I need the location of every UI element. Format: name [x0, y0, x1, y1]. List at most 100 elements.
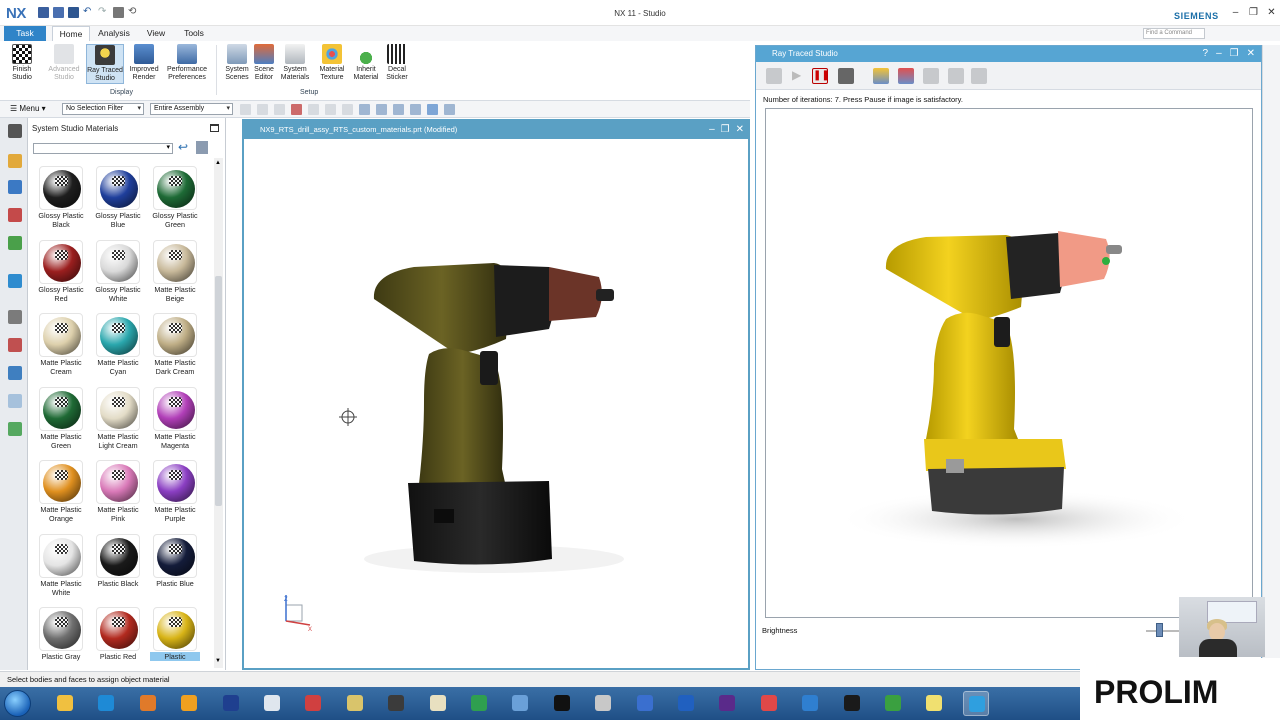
material-swatch[interactable]: Glossy Plastic Blue [93, 164, 143, 234]
decal-sticker-button[interactable]: Decal Sticker [378, 44, 416, 82]
teamcenter-icon[interactable] [507, 691, 533, 716]
render-style-icon[interactable] [427, 104, 438, 115]
material-swatch[interactable]: Matte Plastic Green [36, 385, 86, 455]
play-icon[interactable]: ▶ [792, 68, 808, 84]
history-icon[interactable] [8, 310, 22, 324]
truck-icon[interactable] [300, 691, 326, 716]
internet-explorer-icon[interactable] [93, 691, 119, 716]
material-swatch[interactable]: Glossy Plastic Red [36, 238, 86, 308]
system-materials-nav-icon[interactable] [8, 338, 22, 352]
material-swatch[interactable]: Matte Plastic Dark Cream [150, 311, 200, 381]
tab-task[interactable]: Task [4, 26, 46, 41]
material-swatch[interactable]: Plastic Black [93, 532, 143, 602]
zoom-icon[interactable] [376, 104, 387, 115]
selection-filter-dropdown[interactable]: No Selection Filter [62, 103, 144, 115]
client-icon[interactable] [756, 691, 782, 716]
material-swatch[interactable]: Glossy Plastic White [93, 238, 143, 308]
nx-active-icon[interactable] [962, 691, 989, 716]
rts-minimize-button[interactable]: – [1216, 46, 1222, 62]
view-orient-icon[interactable] [444, 104, 455, 115]
folder-icon[interactable] [921, 691, 947, 716]
roles-icon[interactable] [8, 394, 22, 408]
tab-home[interactable]: Home [52, 26, 90, 41]
constraint-navigator-icon[interactable] [8, 180, 22, 194]
material-swatch[interactable]: Plastic [150, 605, 200, 664]
clear-icon[interactable] [923, 68, 939, 84]
material-swatch[interactable]: Matte Plastic Purple [150, 458, 200, 528]
pan-icon[interactable] [393, 104, 404, 115]
arrow-icon[interactable] [308, 104, 319, 115]
scroll-up-icon[interactable]: ▲ [215, 160, 221, 166]
material-swatch[interactable]: Matte Plastic Cream [36, 311, 86, 381]
save-image-icon[interactable] [873, 68, 889, 84]
view-icon[interactable] [342, 104, 353, 115]
apply-icon[interactable]: ↩ [178, 141, 190, 154]
sheets-icon[interactable] [714, 691, 740, 716]
pause-icon[interactable]: ❚❚ [812, 68, 830, 84]
material-texture-button[interactable]: Material Texture [313, 44, 351, 82]
process-studio-icon[interactable] [8, 422, 22, 436]
material-swatch[interactable]: Glossy Plastic Green [150, 164, 200, 234]
nx-drill-icon-2[interactable] [797, 691, 823, 716]
material-swatch[interactable]: Matte Plastic Cyan [93, 311, 143, 381]
performance-preferences-button[interactable]: Performance Preferences [164, 44, 210, 82]
graphics-window[interactable]: NX9_RTS_drill_assy_RTS_custom_materials.… [242, 119, 750, 670]
start-icon[interactable] [766, 68, 782, 84]
system-materials-button[interactable]: System Materials [276, 44, 314, 82]
view-mode-icon[interactable] [196, 141, 208, 154]
system-scenes-nav-icon[interactable] [8, 366, 22, 380]
rts-maximize-button[interactable]: ❐ [1230, 46, 1239, 62]
graphics-close-button[interactable]: ✕ [736, 121, 744, 139]
iq-icon[interactable] [549, 691, 575, 716]
point-icon[interactable] [274, 104, 285, 115]
snap-icon[interactable] [240, 104, 251, 115]
improved-render-button[interactable]: Improved Render [125, 44, 163, 82]
scroll-down-icon[interactable]: ▼ [215, 658, 221, 664]
material-swatch[interactable]: Plastic Gray [36, 605, 86, 664]
material-swatch[interactable]: Matte Plastic Beige [150, 238, 200, 308]
settings-icon[interactable] [8, 124, 22, 138]
filter-icon[interactable] [257, 104, 268, 115]
fullscreen-icon[interactable] [948, 68, 964, 84]
tab-view[interactable]: View [140, 26, 172, 41]
material-swatch[interactable]: Matte Plastic Light Cream [93, 385, 143, 455]
scroll-thumb[interactable] [215, 276, 222, 506]
brightness-slider-thumb[interactable] [1155, 623, 1163, 637]
options-icon[interactable] [971, 68, 987, 84]
rts-help-button[interactable]: ? [1203, 46, 1209, 62]
close-button[interactable]: ✕ [1266, 8, 1277, 18]
material-swatch[interactable]: Plastic Red [93, 605, 143, 664]
graphics-maximize-button[interactable]: ❐ [721, 121, 730, 139]
explorer-icon[interactable] [52, 691, 78, 716]
chart-icon[interactable] [880, 691, 906, 716]
rotate-icon[interactable] [410, 104, 421, 115]
start-button[interactable] [4, 690, 31, 717]
ray-traced-studio-button[interactable]: Ray Traced Studio [86, 44, 124, 84]
fit-icon[interactable] [359, 104, 370, 115]
reuse-library-icon[interactable] [8, 236, 22, 250]
web-browser-icon[interactable] [8, 274, 22, 288]
finish-studio-button[interactable]: Finish Studio [3, 44, 41, 82]
minimize-button[interactable]: – [1230, 8, 1241, 18]
material-swatch[interactable]: Matte Plastic Magenta [150, 385, 200, 455]
material-swatch[interactable]: Matte Plastic Orange [36, 458, 86, 528]
tools-icon[interactable] [590, 691, 616, 716]
panel-maximize-icon[interactable] [210, 124, 219, 132]
materials-scrollbar[interactable]: ▲ ▼ [214, 158, 223, 668]
material-swatch[interactable]: Plastic Blue [150, 532, 200, 602]
photoshop-icon[interactable] [218, 691, 244, 716]
display-mode-icon[interactable] [838, 68, 854, 84]
media-player-icon[interactable] [135, 691, 161, 716]
rect-icon[interactable] [325, 104, 336, 115]
nx-drill-icon[interactable] [466, 691, 492, 716]
material-swatch[interactable]: Matte Plastic White [36, 532, 86, 602]
advanced-studio-button[interactable]: Advanced Studio [45, 44, 83, 82]
drill-model[interactable] [244, 139, 748, 668]
paint-icon[interactable] [425, 691, 451, 716]
pdf-icon[interactable] [673, 691, 699, 716]
select-icon[interactable] [291, 104, 302, 115]
materials-filter-dropdown[interactable] [33, 143, 173, 154]
material-swatch[interactable]: Matte Plastic Pink [93, 458, 143, 528]
tab-tools[interactable]: Tools [177, 26, 211, 41]
edit-image-icon[interactable] [898, 68, 914, 84]
